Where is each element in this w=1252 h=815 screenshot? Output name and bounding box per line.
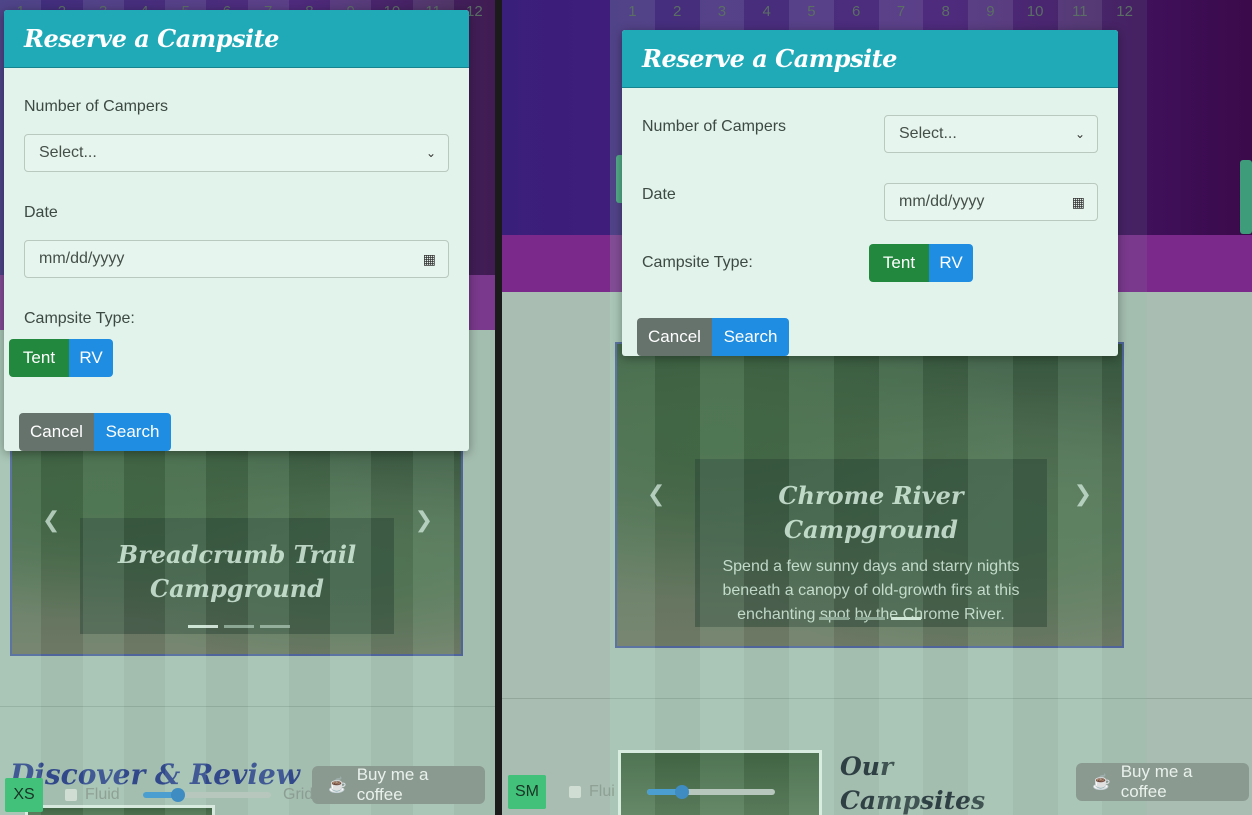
fluid-toggle[interactable]: Fluid <box>65 786 120 804</box>
fluid-label: Fluid <box>85 786 120 803</box>
carousel-indicators[interactable] <box>188 625 290 628</box>
campsite-type-label: Campsite Type: <box>642 254 753 271</box>
campsite-thumbnail[interactable] <box>618 750 822 815</box>
chevron-right-icon[interactable]: ❯ <box>415 508 433 533</box>
campsite-type-label: Campsite Type: <box>24 310 135 327</box>
rv-button[interactable]: RV <box>69 339 113 377</box>
caption-title-line-2: Campground <box>150 574 324 603</box>
cancel-button[interactable]: Cancel <box>637 318 712 356</box>
campsite-thumbnail[interactable] <box>25 805 215 815</box>
carousel-indicator[interactable] <box>260 625 290 628</box>
coffee-cup-icon: ☕ <box>328 777 347 794</box>
caption-title-line-1: Breadcrumb Trail <box>117 540 357 569</box>
chevron-left-icon[interactable]: ❮ <box>42 508 60 533</box>
chevron-down-icon: ⌄ <box>425 146 436 160</box>
tent-button[interactable]: Tent <box>869 244 929 282</box>
calendar-icon[interactable]: ▦ <box>1072 194 1085 211</box>
xs-preview-pane: ❮ ❯ Breadcrumb Trail Campground Discover… <box>0 0 495 815</box>
modal-title: Reserve a Campsite <box>24 24 279 53</box>
rv-button[interactable]: RV <box>929 244 973 282</box>
campers-select[interactable]: Select... ⌄ <box>24 134 449 172</box>
breakpoint-badge: XS <box>5 778 43 812</box>
search-button[interactable]: Search <box>712 318 789 356</box>
chevron-left-icon[interactable]: ❮ <box>647 482 665 507</box>
campers-select-value: Select... <box>39 144 97 161</box>
modal-header: Reserve a Campsite <box>4 10 469 68</box>
date-label: Date <box>24 204 58 221</box>
fluid-checkbox[interactable] <box>65 789 77 801</box>
slider-knob[interactable] <box>171 788 185 802</box>
sm-preview-pane: h ❮ ❯ Chrome River Campground Spend a fe… <box>502 0 1252 815</box>
section-divider <box>0 706 495 707</box>
section-heading-line-2: Campsites <box>840 786 986 815</box>
fluid-checkbox[interactable] <box>569 786 581 798</box>
carousel-indicator[interactable] <box>855 617 885 620</box>
pane-divider <box>495 0 502 815</box>
carousel-caption: Chrome River Campground Spend a few sunn… <box>695 459 1047 627</box>
search-button[interactable]: Search <box>94 413 171 451</box>
buy-coffee-button[interactable]: ☕ Buy me a coffee <box>312 765 485 804</box>
buy-coffee-label: Buy me a coffee <box>356 765 429 804</box>
carousel-caption-title: Chrome River Campground <box>778 481 964 544</box>
section-heading: Our Campsites <box>840 750 985 815</box>
hero-image-edge <box>1240 160 1252 234</box>
carousel-caption-text: Spend a few sunny days and starry nights… <box>722 558 1020 623</box>
date-input[interactable]: mm/dd/yyyy ▦ <box>24 240 449 278</box>
fluid-label: Flui <box>589 783 615 800</box>
fluid-toggle[interactable]: Flui <box>569 783 615 801</box>
carousel-indicator[interactable] <box>188 625 218 628</box>
campground-carousel[interactable]: ❮ ❯ Chrome River Campground Spend a few … <box>615 342 1124 648</box>
carousel-indicators[interactable] <box>819 617 921 620</box>
buy-coffee-label: Buy me a coffee <box>1120 762 1193 801</box>
carousel-indicator[interactable] <box>891 617 921 620</box>
campers-label: Number of Campers <box>24 98 169 115</box>
buy-coffee-button[interactable]: ☕ Buy me a coffee <box>1076 762 1249 801</box>
date-placeholder: mm/dd/yyyy <box>39 250 125 267</box>
campers-select-value: Select... <box>899 125 957 142</box>
carousel-caption-title: Breadcrumb Trail Campground <box>80 518 394 606</box>
carousel-indicator[interactable] <box>224 625 254 628</box>
campers-select[interactable]: Select... ⌄ <box>884 115 1098 153</box>
reserve-modal: Reserve a Campsite Number of Campers Sel… <box>622 30 1118 356</box>
date-input[interactable]: mm/dd/yyyy ▦ <box>884 183 1098 221</box>
reserve-modal: Reserve a Campsite Number of Campers Sel… <box>4 10 469 451</box>
chevron-down-icon: ⌄ <box>1074 127 1085 141</box>
slider-knob[interactable] <box>675 785 689 799</box>
tent-button[interactable]: Tent <box>9 339 69 377</box>
breakpoint-badge: SM <box>508 775 546 809</box>
date-label: Date <box>642 186 676 203</box>
coffee-cup-icon: ☕ <box>1092 774 1111 791</box>
modal-title: Reserve a Campsite <box>642 44 897 73</box>
carousel-indicator[interactable] <box>819 617 849 620</box>
chevron-right-icon[interactable]: ❯ <box>1074 482 1092 507</box>
section-heading-line-1: Our <box>840 752 894 781</box>
carousel-caption: Breadcrumb Trail Campground <box>80 518 394 634</box>
campground-carousel[interactable]: ❮ ❯ Breadcrumb Trail Campground <box>10 430 463 656</box>
date-placeholder: mm/dd/yyyy <box>899 193 985 210</box>
grid-opacity-slider[interactable] <box>143 788 271 802</box>
modal-header: Reserve a Campsite <box>622 30 1118 88</box>
campers-label: Number of Campers <box>642 118 787 135</box>
cancel-button[interactable]: Cancel <box>19 413 94 451</box>
section-divider <box>502 698 1252 699</box>
grid-opacity-slider[interactable] <box>647 785 775 799</box>
section-heading: Discover & Review <box>10 758 300 791</box>
calendar-icon[interactable]: ▦ <box>423 251 436 268</box>
